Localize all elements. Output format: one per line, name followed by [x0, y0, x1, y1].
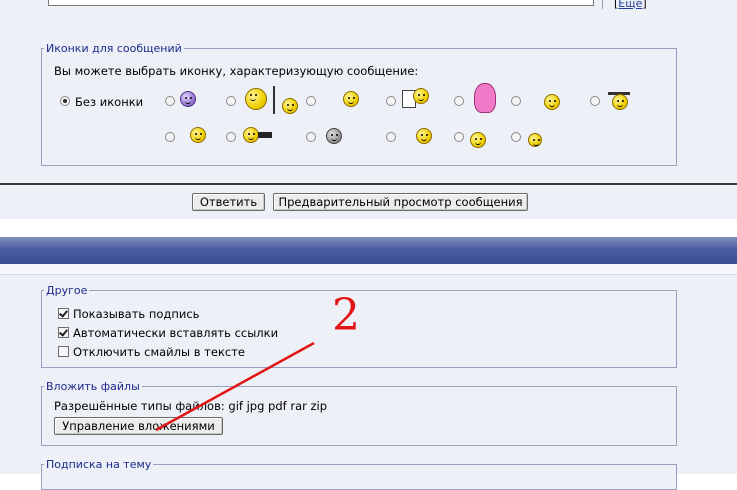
- annotation-arrow: [155, 341, 315, 432]
- annotation-arrow-line: [155, 341, 315, 432]
- annotation-number: 2: [332, 290, 360, 341]
